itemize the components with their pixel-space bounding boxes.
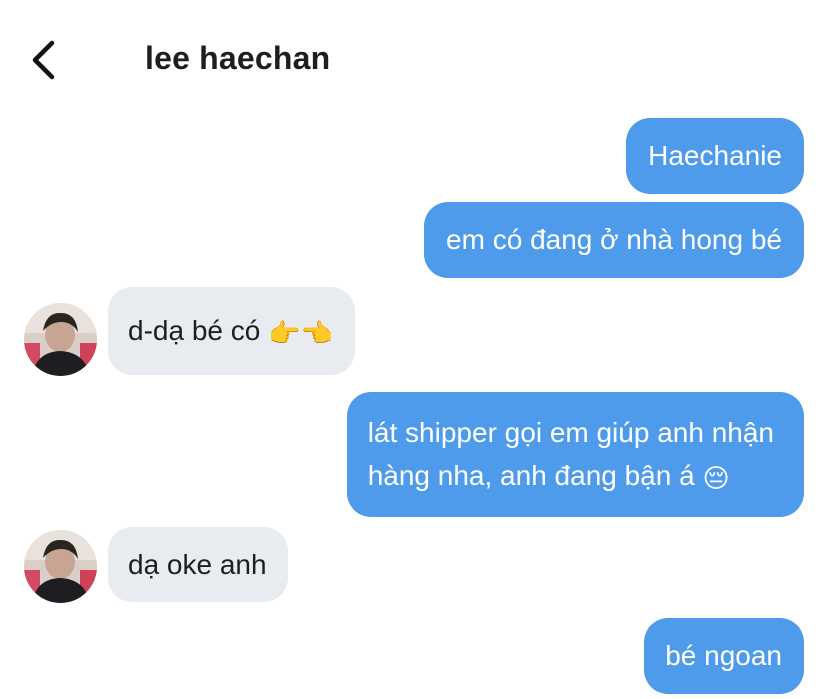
message-text: d-dạ bé có <box>128 315 261 346</box>
avatar-photo-icon <box>24 303 97 376</box>
message-text-line: lát shipper gọi em giúp anh nhận <box>367 417 774 448</box>
outgoing-message[interactable]: Haechanie <box>626 118 804 194</box>
back-button[interactable] <box>26 38 66 82</box>
outgoing-message[interactable]: em có đang ở nhà hong bé <box>424 202 804 278</box>
chevron-left-icon <box>32 40 55 80</box>
chat-header: lee haechan <box>0 0 826 110</box>
message-text: Haechanie <box>648 140 782 171</box>
incoming-message[interactable]: dạ oke anh <box>108 527 288 602</box>
pensive-face-emoji: 😔 <box>702 464 730 494</box>
outgoing-message[interactable]: bé ngoan <box>644 618 804 694</box>
chat-title: lee haechan <box>145 40 331 76</box>
avatar-photo-icon <box>24 530 97 603</box>
incoming-message[interactable]: d-dạ bé có 👉👈 <box>108 287 355 375</box>
contact-avatar[interactable] <box>24 303 97 376</box>
message-text: em có đang ở nhà hong bé <box>446 224 782 255</box>
pointing-fingers-emoji: 👉👈 <box>268 319 333 349</box>
message-text: bé ngoan <box>665 640 782 671</box>
contact-avatar[interactable] <box>24 530 97 603</box>
outgoing-message[interactable]: lát shipper gọi em giúp anh nhận hàng nh… <box>346 392 804 517</box>
message-text-line: hàng nha, anh đang bận á <box>367 460 695 491</box>
message-text: dạ oke anh <box>128 549 267 580</box>
